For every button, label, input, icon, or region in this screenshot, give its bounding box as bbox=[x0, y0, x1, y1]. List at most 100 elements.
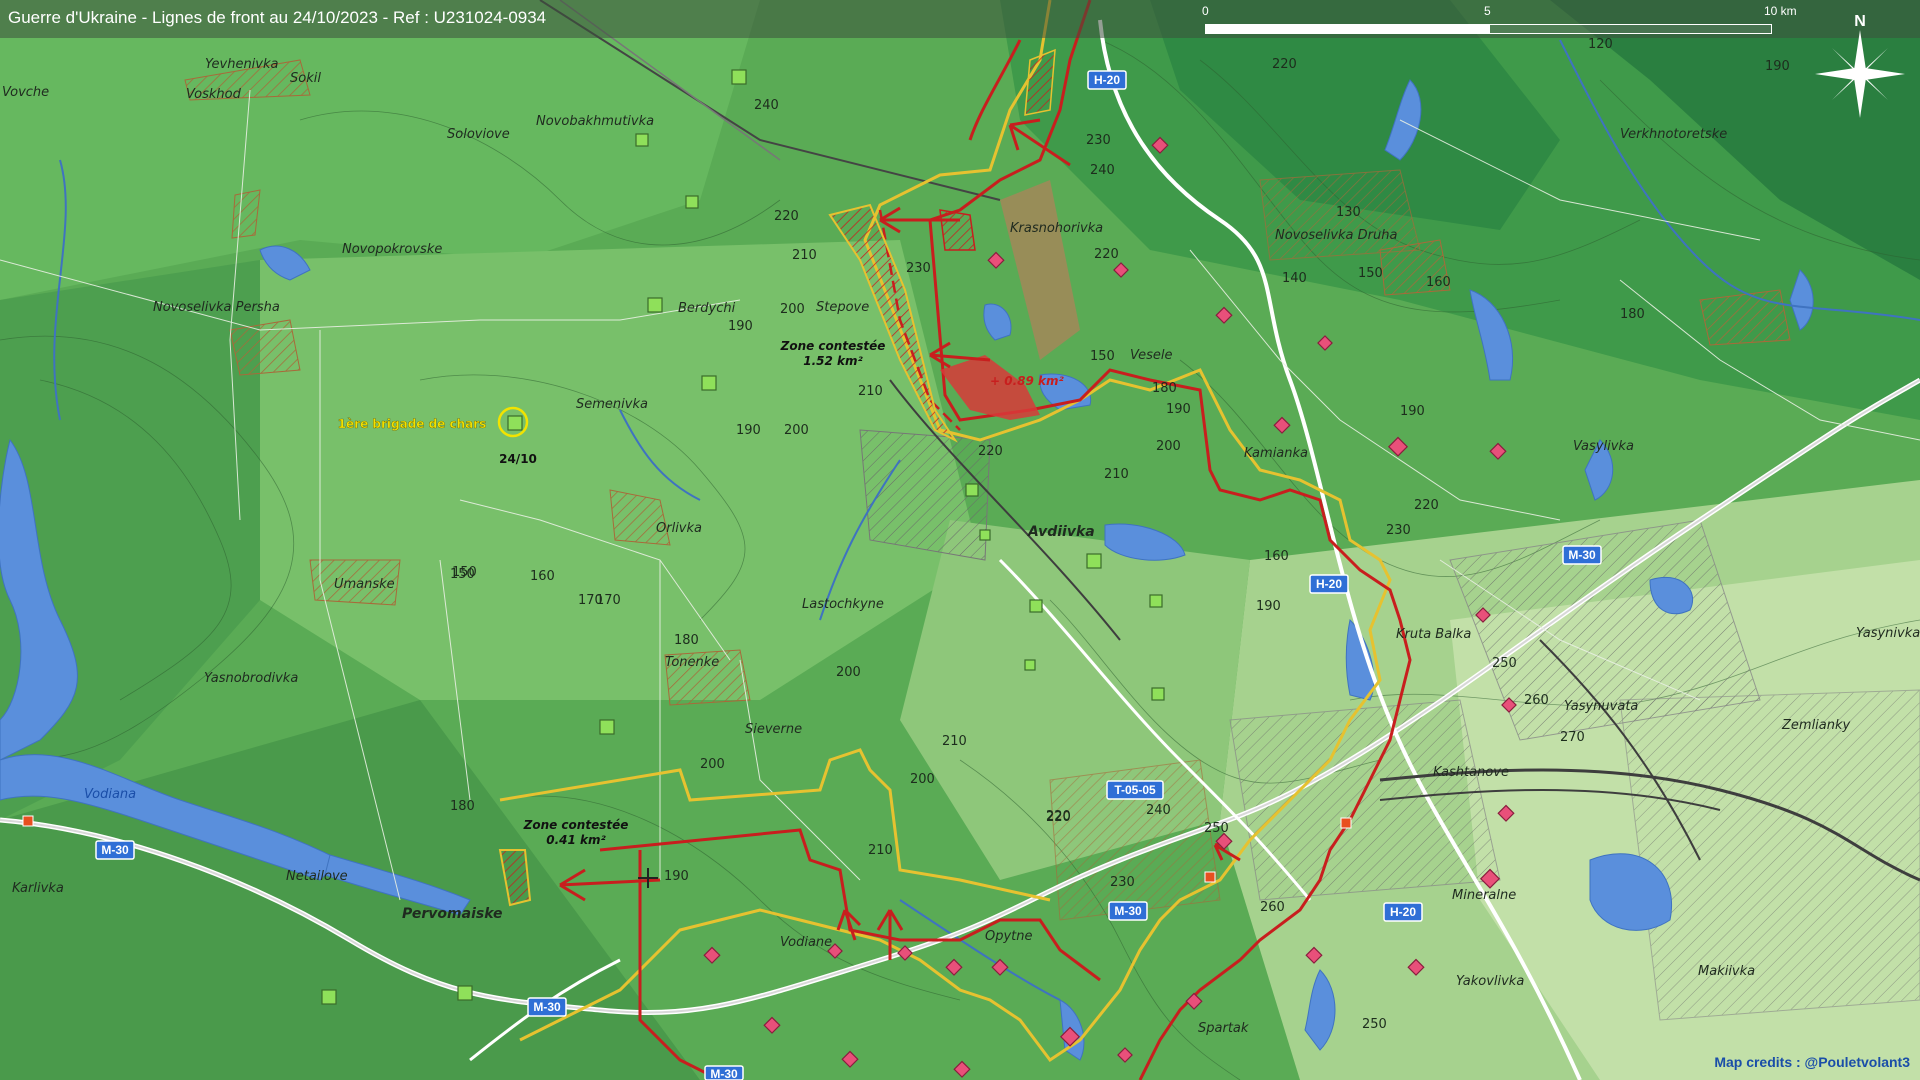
place-label: Avdiivka bbox=[1027, 524, 1095, 540]
scale-segment-1 bbox=[1205, 24, 1490, 34]
zone2-label: Zone contestée bbox=[523, 818, 629, 832]
place-label: Sieverne bbox=[745, 722, 802, 737]
north-arrow-icon: N bbox=[1815, 13, 1905, 118]
svg-text:150: 150 bbox=[1358, 266, 1383, 281]
place-label: Yasynuvata bbox=[1564, 699, 1638, 714]
place-label: Voskhod bbox=[186, 87, 242, 102]
north-label: N bbox=[1854, 13, 1866, 30]
svg-text:170: 170 bbox=[578, 593, 603, 608]
hatched-zone-north bbox=[939, 209, 976, 251]
svg-text:250: 250 bbox=[1204, 821, 1229, 836]
svg-text:200: 200 bbox=[1156, 439, 1181, 454]
svg-text:M-30: M-30 bbox=[1114, 904, 1142, 918]
place-label: Kashtanove bbox=[1433, 765, 1509, 780]
scale-bar bbox=[1205, 20, 1772, 34]
place-label: Novobakhmutivka bbox=[536, 114, 654, 129]
place-label: Orlivka bbox=[656, 521, 702, 536]
place-label: Makiivka bbox=[1698, 964, 1755, 979]
svg-text:250: 250 bbox=[1362, 1017, 1387, 1032]
svg-text:260: 260 bbox=[1524, 693, 1549, 708]
svg-text:240: 240 bbox=[754, 98, 779, 113]
place-label: Soloviove bbox=[447, 127, 510, 142]
place-label: Kruta Balka bbox=[1396, 627, 1471, 642]
place-label: Novoselivka Persha bbox=[153, 300, 280, 315]
svg-text:230: 230 bbox=[1386, 523, 1411, 538]
place-label: Vodiane bbox=[780, 935, 832, 950]
map-title: Guerre d'Ukraine - Lignes de front au 24… bbox=[8, 8, 547, 27]
svg-text:230: 230 bbox=[1110, 875, 1135, 890]
svg-text:200: 200 bbox=[780, 302, 805, 317]
svg-text:230: 230 bbox=[1086, 133, 1111, 148]
place-label: Yasynivka bbox=[1856, 626, 1920, 641]
svg-text:210: 210 bbox=[1104, 467, 1129, 482]
svg-text:220: 220 bbox=[774, 209, 799, 224]
svg-text:190: 190 bbox=[1765, 59, 1790, 74]
place-label: Yevhenivka bbox=[205, 57, 279, 72]
place-label: Opytne bbox=[985, 929, 1033, 944]
road-h20-badge: H-20 bbox=[1094, 73, 1120, 87]
place-label: Verkhnotoretske bbox=[1620, 127, 1727, 142]
svg-text:250: 250 bbox=[1492, 656, 1517, 671]
place-label: Mineralne bbox=[1452, 888, 1516, 903]
svg-text:180: 180 bbox=[450, 799, 475, 814]
zone1-label: Zone contestée bbox=[780, 339, 886, 353]
zone2-area: 0.41 km² bbox=[546, 833, 606, 847]
svg-text:180: 180 bbox=[674, 633, 699, 648]
place-label: Karlivka bbox=[12, 881, 64, 896]
svg-text:210: 210 bbox=[792, 248, 817, 263]
place-label: Stepove bbox=[816, 300, 869, 315]
svg-text:M-30: M-30 bbox=[533, 1000, 561, 1014]
svg-text:120: 120 bbox=[1588, 37, 1613, 52]
place-label: Spartak bbox=[1198, 1021, 1249, 1036]
place-label: Lastochkyne bbox=[802, 597, 884, 612]
svg-text:240: 240 bbox=[1146, 803, 1171, 818]
svg-text:210: 210 bbox=[858, 384, 883, 399]
svg-text:M-30: M-30 bbox=[710, 1067, 738, 1080]
svg-text:150: 150 bbox=[450, 567, 475, 582]
svg-text:150: 150 bbox=[1090, 349, 1115, 364]
svg-text:130: 130 bbox=[1336, 205, 1361, 220]
svg-text:210: 210 bbox=[868, 843, 893, 858]
svg-text:200: 200 bbox=[836, 665, 861, 680]
svg-text:220: 220 bbox=[1414, 498, 1439, 513]
svg-text:140: 140 bbox=[1282, 271, 1307, 286]
place-label: Berdychi bbox=[678, 301, 736, 316]
hatched-zone-top bbox=[1024, 48, 1056, 116]
place-label: Zemlianky bbox=[1781, 718, 1851, 733]
svg-text:220: 220 bbox=[1094, 247, 1119, 262]
zone1-area: 1.52 km² bbox=[803, 354, 863, 368]
scale-segment-2 bbox=[1488, 24, 1772, 34]
scale-tick-10: 10 km bbox=[1764, 4, 1797, 18]
svg-text:190: 190 bbox=[1256, 599, 1281, 614]
svg-text:220: 220 bbox=[1046, 809, 1071, 824]
place-label: Yakovlivka bbox=[1456, 974, 1524, 989]
map-credits: Map credits : @Pouletvolant3 bbox=[1714, 1054, 1910, 1070]
place-label: Semenivka bbox=[576, 397, 648, 412]
svg-text:160: 160 bbox=[530, 569, 555, 584]
brigade-date: 24/10 bbox=[499, 452, 537, 466]
place-label: Netailove bbox=[286, 869, 348, 884]
place-label: Yasnobrodivka bbox=[204, 671, 298, 686]
svg-text:200: 200 bbox=[784, 423, 809, 438]
brigade-label: 1ère brigade de chars bbox=[338, 417, 487, 431]
place-label: Kamianka bbox=[1244, 446, 1308, 461]
place-label: Vasylivka bbox=[1573, 439, 1634, 454]
place-label: Tonenke bbox=[665, 655, 719, 670]
gain-label: + 0.89 km² bbox=[990, 374, 1065, 388]
svg-text:M-30: M-30 bbox=[101, 843, 129, 857]
svg-text:200: 200 bbox=[910, 772, 935, 787]
svg-text:190: 190 bbox=[1400, 404, 1425, 419]
svg-text:240: 240 bbox=[1090, 163, 1115, 178]
svg-text:230: 230 bbox=[906, 261, 931, 276]
road-t0505-badge: T-05-05 bbox=[1114, 783, 1156, 797]
scale-tick-0: 0 bbox=[1202, 4, 1209, 18]
svg-text:160: 160 bbox=[1264, 549, 1289, 564]
svg-text:H-20: H-20 bbox=[1316, 577, 1342, 591]
svg-text:260: 260 bbox=[1260, 900, 1285, 915]
svg-text:180: 180 bbox=[1152, 381, 1177, 396]
map-canvas[interactable]: H-20 H-20 H-20 M-30 M-30 M-30 M-30 M-30 … bbox=[0, 0, 1920, 1080]
place-label: Vodiana bbox=[84, 787, 136, 802]
place-label: Umanske bbox=[334, 577, 395, 592]
svg-text:H-20: H-20 bbox=[1390, 905, 1416, 919]
svg-text:190: 190 bbox=[1166, 402, 1191, 417]
